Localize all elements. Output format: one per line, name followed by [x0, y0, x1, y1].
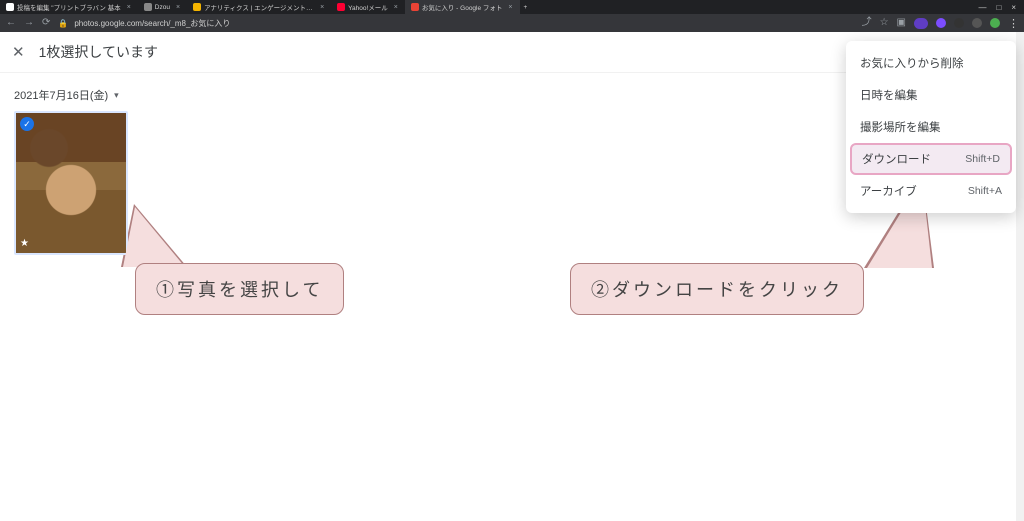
browser-tab-4-active[interactable]: お気に入り - Google フォト ×: [405, 0, 520, 14]
menu-item-remove-favorite[interactable]: お気に入りから削除: [846, 47, 1016, 79]
forward-icon[interactable]: →: [24, 18, 34, 28]
tab-label: アナリティクス | エンゲージメントの概要: [204, 2, 314, 12]
close-selection-button[interactable]: ✕: [12, 43, 25, 61]
tab-label: お気に入り - Google フォト: [422, 2, 503, 12]
favicon: [144, 3, 152, 11]
extension-pill[interactable]: [914, 18, 928, 29]
selection-count-text: 1枚選択しています: [39, 42, 158, 62]
menu-item-label: ダウンロード: [862, 151, 931, 167]
browser-toolbar: ← → ⟳ 🔒 photos.google.com/search/_m8_お気に…: [0, 14, 1024, 32]
callout-2-text: ②ダウンロードをクリック: [591, 280, 843, 300]
tab-close-icon[interactable]: ×: [508, 4, 512, 11]
browser-tab-2[interactable]: アナリティクス | エンゲージメントの概要 ×: [187, 0, 331, 14]
tab-list: 投稿を編集 "プリントブラバン 基本 × Dzou × アナリティクス | エン…: [0, 0, 970, 14]
tab-close-icon[interactable]: ×: [320, 4, 324, 11]
menu-item-label: 日時を編集: [860, 87, 918, 103]
minimize-icon[interactable]: —: [978, 3, 986, 12]
menu-item-label: 撮影場所を編集: [860, 119, 941, 135]
url-text: photos.google.com/search/_m8_お気に入り: [74, 18, 230, 29]
browser-tab-strip: 投稿を編集 "プリントブラバン 基本 × Dzou × アナリティクス | エン…: [0, 0, 1024, 14]
new-tab-button[interactable]: +: [520, 0, 533, 14]
tab-close-icon[interactable]: ×: [394, 4, 398, 11]
chevron-down-icon: ▾: [114, 90, 119, 101]
selected-check-icon[interactable]: ✓: [20, 117, 34, 131]
lock-icon: 🔒: [58, 19, 68, 28]
menu-item-edit-location[interactable]: 撮影場所を編集: [846, 111, 1016, 143]
share-icon[interactable]: ⤴: [862, 18, 872, 28]
photo-image: [16, 113, 126, 253]
kebab-menu-icon[interactable]: ⋮: [1008, 17, 1018, 30]
tab-label: 投稿を編集 "プリントブラバン 基本: [17, 2, 121, 12]
browser-tab-3[interactable]: Yahoo!メール ×: [331, 0, 405, 14]
favicon: [337, 3, 345, 11]
extension-icon[interactable]: [936, 18, 946, 28]
back-icon[interactable]: ←: [6, 18, 16, 28]
annotation-callout-2: ②ダウンロードをクリック: [570, 263, 864, 315]
menu-item-edit-datetime[interactable]: 日時を編集: [846, 79, 1016, 111]
extension-icon[interactable]: [972, 18, 982, 28]
photo-thumbnail-selected[interactable]: ✓ ★: [14, 111, 128, 255]
overflow-context-menu: お気に入りから削除 日時を編集 撮影場所を編集 ダウンロード Shift+D ア…: [846, 41, 1016, 213]
date-label: 2021年7月16日(金): [14, 87, 108, 103]
tab-close-icon[interactable]: ×: [127, 4, 131, 11]
annotation-callout-1: ①写真を選択して: [135, 263, 344, 315]
browser-tab-0[interactable]: 投稿を編集 "プリントブラバン 基本 ×: [0, 0, 138, 14]
vertical-scrollbar[interactable]: [1016, 32, 1024, 521]
favorite-star-icon: ★: [20, 238, 29, 249]
browser-tab-1[interactable]: Dzou ×: [138, 0, 187, 14]
address-bar[interactable]: 🔒 photos.google.com/search/_m8_お気に入り: [58, 18, 853, 29]
reload-icon[interactable]: ⟳: [42, 18, 50, 28]
window-controls: — □ ×: [970, 0, 1024, 14]
profile-avatar[interactable]: [990, 18, 1000, 28]
extension-icon[interactable]: [954, 18, 964, 28]
tab-label: Dzou: [155, 4, 170, 11]
favicon: [411, 3, 419, 11]
menu-item-label: アーカイブ: [860, 183, 917, 199]
menu-item-download[interactable]: ダウンロード Shift+D: [850, 143, 1012, 175]
maximize-icon[interactable]: □: [996, 3, 1001, 12]
favicon: [6, 3, 14, 11]
menu-item-shortcut: Shift+A: [968, 185, 1002, 197]
callout-1-text: ①写真を選択して: [156, 280, 323, 300]
favicon: [193, 3, 201, 11]
tab-label: Yahoo!メール: [348, 2, 388, 12]
cast-icon[interactable]: ▣: [897, 18, 906, 28]
callout-1-pointer: [123, 207, 185, 267]
menu-item-label: お気に入りから削除: [860, 55, 964, 71]
menu-item-archive[interactable]: アーカイブ Shift+A: [846, 175, 1016, 207]
tab-close-icon[interactable]: ×: [176, 4, 180, 11]
star-icon[interactable]: ☆: [880, 18, 889, 28]
close-window-icon[interactable]: ×: [1011, 3, 1016, 12]
toolbar-right: ⤴ ☆ ▣ ⋮: [862, 17, 1018, 30]
menu-item-shortcut: Shift+D: [965, 153, 1000, 165]
